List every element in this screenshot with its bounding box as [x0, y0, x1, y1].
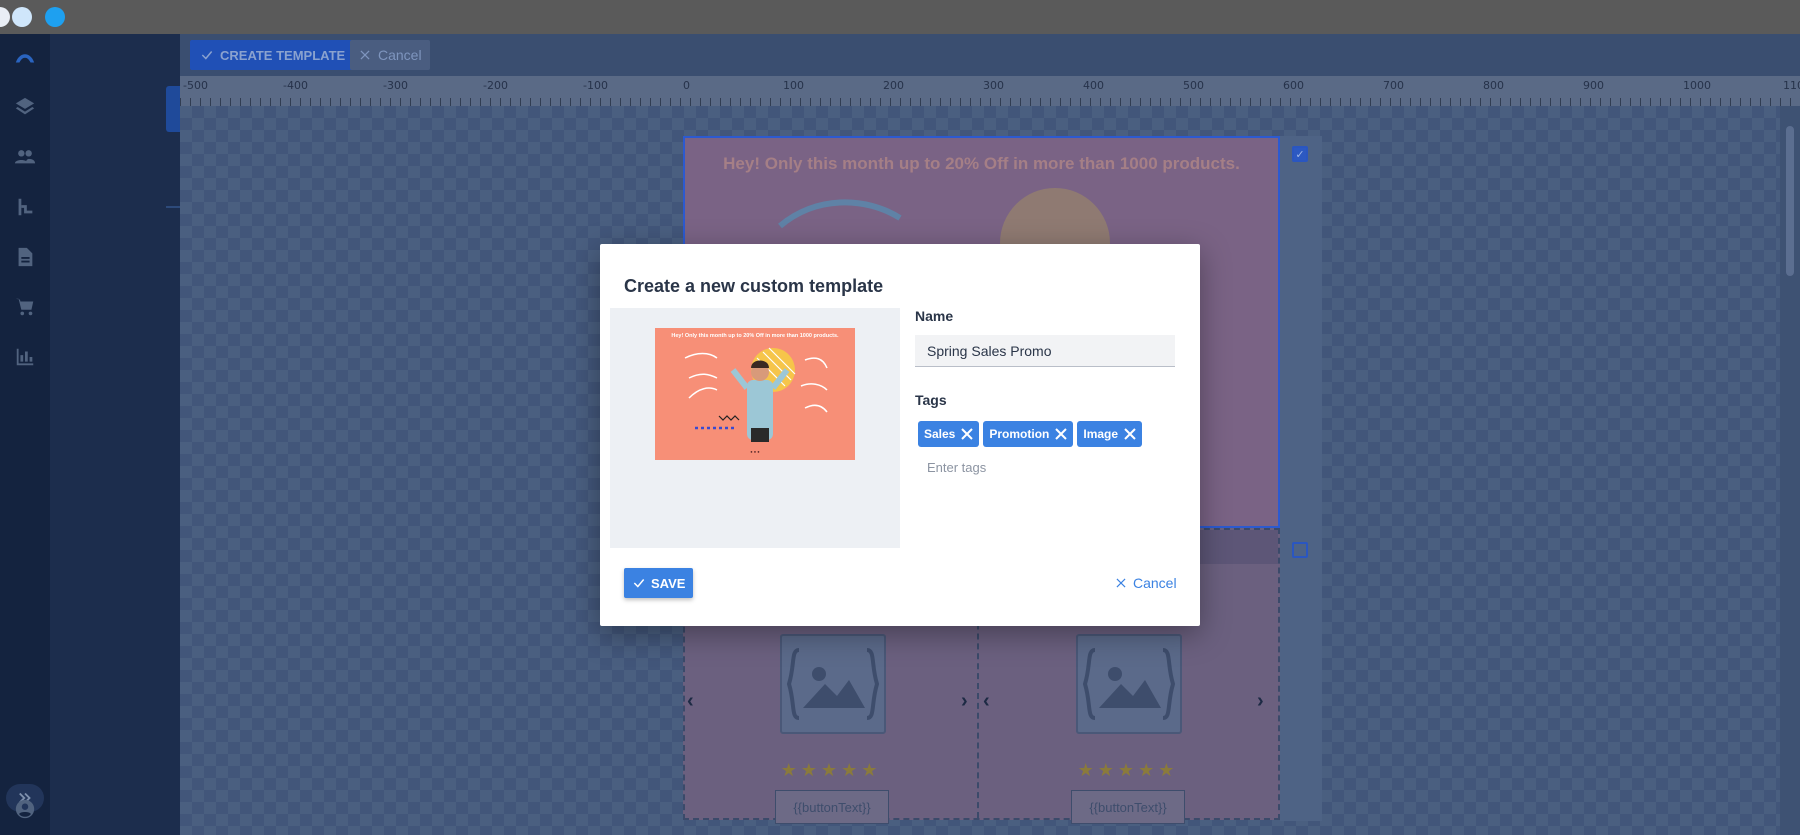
name-label: Name [915, 308, 954, 324]
ruler-label: 400 [1083, 79, 1104, 92]
scrollbar-thumb[interactable] [1786, 126, 1794, 276]
window-control[interactable] [12, 7, 32, 27]
ruler-label: 100 [783, 79, 804, 92]
check-icon [201, 51, 213, 60]
panel-divider [166, 206, 180, 208]
arrow-decoration-icon [778, 199, 902, 229]
flow-icon[interactable] [12, 194, 38, 220]
block-checkbox-checked[interactable]: ✓ [1292, 146, 1308, 162]
side-panel [50, 34, 180, 835]
ruler-label: 500 [1183, 79, 1204, 92]
promo-illustration-icon [684, 347, 828, 442]
name-input[interactable] [915, 335, 1175, 367]
tag-label: Sales [924, 427, 956, 441]
tags-list: Sales Promotion Image [918, 421, 1143, 447]
ruler-label: -200 [483, 79, 508, 92]
close-icon[interactable] [961, 428, 974, 440]
ruler-label: 900 [1583, 79, 1604, 92]
ruler-label: -400 [283, 79, 308, 92]
window-control[interactable] [0, 7, 10, 27]
template-side-controls: ✓ [1280, 136, 1322, 821]
ruler-label: 600 [1283, 79, 1304, 92]
template-preview-panel: Hey! Only this month up to 20% Off in mo… [610, 308, 900, 548]
chart-icon[interactable] [12, 344, 38, 370]
horizontal-ruler: -500 -400 -300 -200 -100 0 100 200 300 400 500 600 7… [180, 76, 1800, 106]
users-icon[interactable] [12, 144, 38, 170]
ruler-label: -100 [583, 79, 608, 92]
ruler-labels: -500 -400 -300 -200 -100 0 100 200 300 400 500 600 7… [180, 76, 1800, 96]
create-template-label: CREATE TEMPLATE [220, 47, 346, 63]
editor-toolbar: CREATE TEMPLATE Cancel [180, 34, 1800, 76]
ruler-label: 1100 [1783, 79, 1800, 92]
cancel-label: Cancel [1133, 575, 1177, 591]
close-icon[interactable] [1055, 428, 1068, 440]
dialog-title: Create a new custom template [624, 276, 884, 296]
cancel-top-button[interactable]: Cancel [350, 40, 430, 70]
rating-stars: ★★★★★ [780, 760, 882, 780]
logo-icon[interactable] [12, 44, 38, 70]
cancel-top-label: Cancel [378, 47, 422, 63]
thumbnail-footer: ● ● ● [750, 449, 760, 454]
create-template-button[interactable]: CREATE TEMPLATE [190, 40, 356, 70]
check-icon [633, 579, 645, 588]
panel-accent [166, 86, 180, 132]
cart-icon[interactable] [12, 294, 38, 320]
document-icon[interactable] [12, 244, 38, 270]
window-titlebar [0, 0, 1800, 34]
ruler-label: -300 [383, 79, 408, 92]
layers-icon[interactable] [12, 94, 38, 120]
tag-chip[interactable]: Promotion [983, 421, 1074, 447]
ruler-label: 0 [683, 79, 690, 92]
chevron-right-icon[interactable]: › [961, 690, 968, 713]
chevron-left-icon[interactable]: ‹ [983, 690, 990, 713]
account-icon[interactable] [12, 796, 38, 822]
ruler-label: 300 [983, 79, 1004, 92]
close-icon[interactable] [1124, 428, 1136, 440]
tag-chip[interactable]: Image [1077, 421, 1143, 447]
chevron-left-icon[interactable]: ‹ [687, 690, 694, 713]
save-button[interactable]: SAVE [624, 568, 694, 598]
window-control[interactable] [45, 7, 65, 27]
create-template-dialog: Create a new custom template Hey! Only t… [600, 244, 1200, 626]
block-checkbox[interactable] [1292, 542, 1308, 558]
save-label: SAVE [651, 575, 686, 591]
template-thumbnail: Hey! Only this month up to 20% Off in mo… [655, 328, 855, 460]
tag-chip[interactable]: Sales [918, 421, 980, 447]
ruler-label: -500 [183, 79, 208, 92]
tag-label: Promotion [989, 427, 1050, 441]
tags-label: Tags [915, 392, 947, 408]
image-placeholder-icon [1076, 634, 1182, 734]
cancel-button[interactable]: Cancel [1110, 568, 1181, 598]
image-placeholder-icon [780, 634, 886, 734]
tags-input[interactable] [915, 454, 1175, 480]
template-headline: Hey! Only this month up to 20% Off in mo… [723, 154, 1240, 173]
vertical-scrollbar[interactable] [1780, 106, 1800, 835]
stripe-circle-decoration-icon [1000, 188, 1110, 248]
left-rail [0, 34, 50, 835]
ruler-label: 1000 [1683, 79, 1711, 92]
ruler-label: 700 [1383, 79, 1404, 92]
rating-stars: ★★★★★ [1077, 760, 1179, 780]
close-icon [1116, 578, 1126, 588]
chevron-right-icon[interactable]: › [1257, 690, 1264, 713]
card-button[interactable]: {{buttonText}} [1071, 790, 1185, 824]
close-icon [360, 50, 370, 60]
ruler-label: 200 [883, 79, 904, 92]
tag-label: Image [1083, 427, 1119, 441]
ruler-label: 800 [1483, 79, 1504, 92]
card-button[interactable]: {{buttonText}} [775, 790, 889, 824]
